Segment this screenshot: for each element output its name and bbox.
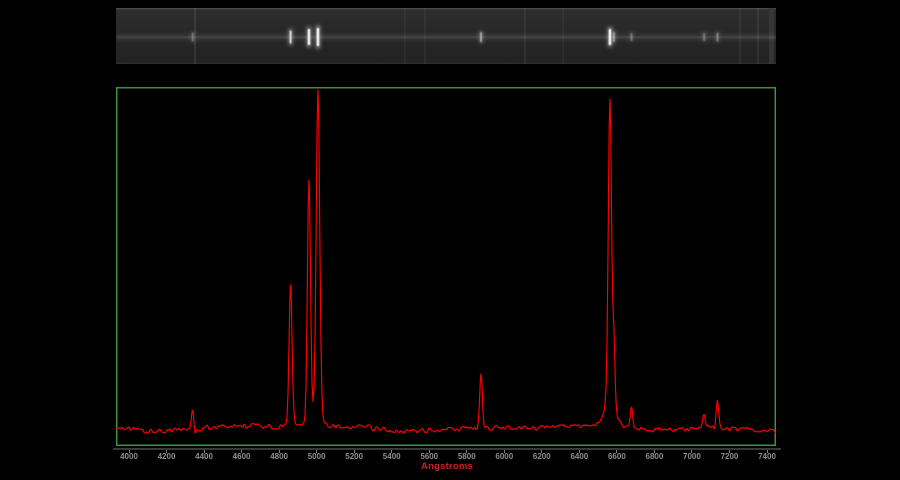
strip-column-streak <box>562 8 564 64</box>
x-tick-label: 7200 <box>711 452 747 461</box>
x-tick-label: 6000 <box>486 452 522 461</box>
spectrum-chart <box>116 87 776 446</box>
x-tick-label: 5200 <box>336 452 372 461</box>
x-tick-label: 5800 <box>449 452 485 461</box>
strip-top-highlight <box>116 8 776 9</box>
x-tick-label: 4400 <box>186 452 222 461</box>
x-tick-label: 7000 <box>674 452 710 461</box>
strip-emission-line <box>308 29 310 45</box>
strip-emission-line <box>290 31 292 44</box>
x-tick-label: 4600 <box>224 452 260 461</box>
strip-emission-line <box>631 33 633 41</box>
x-axis-line <box>113 448 781 450</box>
strip-emission-line <box>192 33 194 42</box>
strip-emission-line <box>480 32 482 42</box>
plot-border <box>117 88 776 446</box>
x-tick-label: 5400 <box>374 452 410 461</box>
x-tick-label: 6800 <box>636 452 672 461</box>
x-tick-label: 4000 <box>111 452 147 461</box>
strip-emission-line <box>703 33 705 41</box>
x-tick-label: 6400 <box>561 452 597 461</box>
x-tick-label: 4200 <box>149 452 185 461</box>
strip-column-streak <box>757 8 759 64</box>
x-tick-label: 4800 <box>261 452 297 461</box>
strip-emission-line <box>609 29 611 45</box>
x-tick-label: 5600 <box>411 452 447 461</box>
strip-continuum-band-core <box>116 36 776 38</box>
spectrum-trace <box>116 90 776 433</box>
strip-column-streak <box>424 8 426 64</box>
strip-column-streak <box>404 8 406 64</box>
strip-emission-line <box>317 28 319 46</box>
spectroscopy-screen: 4000420044004600480050005200540056005800… <box>0 0 900 480</box>
x-tick-label: 7400 <box>749 452 785 461</box>
x-axis-label: Angstroms <box>397 461 497 472</box>
raw-spectrum-strip-image <box>116 8 776 64</box>
x-tick-label: 6200 <box>524 452 560 461</box>
x-tick-label: 5000 <box>299 452 335 461</box>
strip-bottom-edge <box>116 63 776 65</box>
x-tick-label: 6600 <box>599 452 635 461</box>
strip-column-streak <box>524 8 526 64</box>
strip-emission-line <box>613 32 615 42</box>
strip-emission-line <box>717 33 719 42</box>
strip-column-streak <box>739 8 741 64</box>
